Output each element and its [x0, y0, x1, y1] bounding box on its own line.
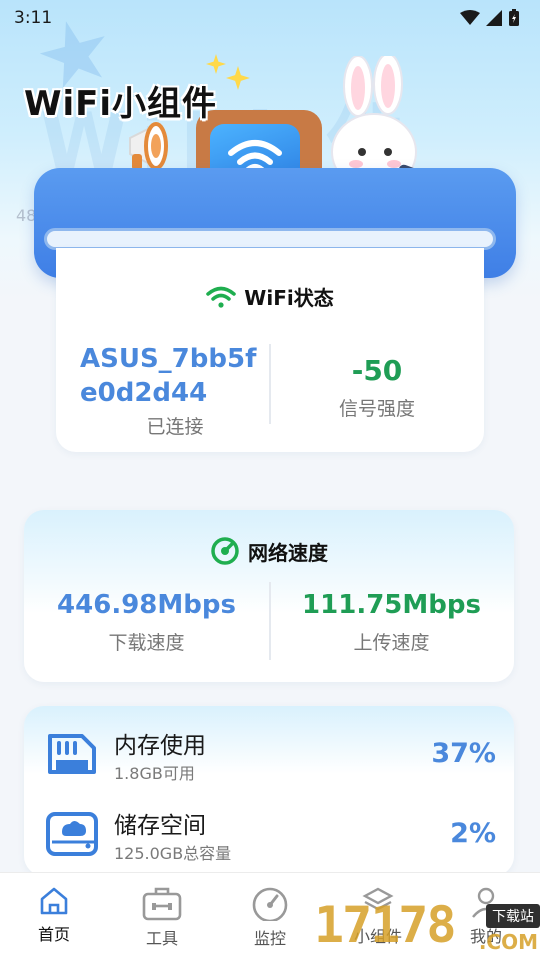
tab-label: 工具 [145, 929, 178, 948]
status-bar: 3:11 [0, 0, 540, 36]
storage-space-row[interactable]: 储存空间 125.0GB总容量 2% [44, 806, 500, 870]
speedometer-icon [211, 537, 239, 565]
storage-space-label: 储存空间 [114, 813, 206, 839]
speed-card-header: 网络速度 [24, 536, 514, 566]
site-watermark-number: 17178 [314, 896, 457, 954]
upload-speed-value: 111.75Mbps [302, 590, 481, 620]
tab-tools[interactable]: 工具 [108, 873, 216, 960]
download-speed-label: 下载速度 [108, 632, 185, 654]
speed-card-title: 网络速度 [248, 540, 328, 565]
cellular-signal-icon [486, 10, 502, 26]
memory-card-icon [48, 734, 96, 774]
megaphone-icon [129, 122, 168, 170]
gauge-icon [252, 887, 288, 921]
connection-status: 已连接 [146, 416, 204, 438]
home-icon [40, 887, 68, 915]
memory-available: 1.8GB可用 [114, 764, 195, 783]
tab-label: 监控 [253, 929, 286, 948]
tray-slot [44, 228, 496, 250]
tab-home[interactable]: 首页 [0, 873, 108, 960]
battery-icon [509, 9, 519, 26]
signal-strength-value: -50 [351, 354, 403, 387]
hero-title: WiFi小组件 [24, 84, 218, 124]
wifi-card-header: WiFi状态 [56, 282, 484, 311]
storage-total-capacity: 125.0GB总容量 [114, 844, 232, 863]
memory-usage-row[interactable]: 内存使用 1.8GB可用 37% [44, 726, 500, 790]
site-watermark-logo: 17178 下载站 .COM [314, 896, 540, 960]
signal-strength-label: 信号强度 [338, 398, 415, 420]
wifi-icon [206, 286, 237, 308]
memory-usage-label: 内存使用 [114, 733, 206, 759]
storage-usage-percent: 2% [450, 818, 496, 849]
memory-usage-percent: 37% [431, 738, 496, 769]
tab-label: 首页 [37, 925, 70, 944]
network-speed-card[interactable]: 网络速度 446.98Mbps 下载速度 111.75Mbps 上传速度 [24, 510, 514, 682]
wifi-card-title: WiFi状态 [244, 286, 334, 310]
site-watermark-tag: 下载站 [486, 904, 540, 928]
toolbox-icon [142, 887, 182, 921]
wifi-status-card[interactable]: WiFi状态 ASUS_7bb5fe0d2d44 已连接 -50 信号强度 [56, 248, 484, 452]
sparkle-decoration [206, 54, 226, 74]
download-speed-value: 446.98Mbps [57, 590, 236, 620]
wifi-signal-icon [460, 10, 480, 25]
hard-drive-icon [46, 812, 98, 856]
device-storage-card[interactable]: 内存使用 1.8GB可用 37% 储存空间 125.0GB总容量 2% [24, 706, 514, 876]
site-watermark-suffix: .COM [478, 930, 538, 954]
upload-speed-label: 上传速度 [353, 632, 430, 654]
tab-monitor[interactable]: 监控 [216, 873, 324, 960]
wifi-ssid: ASUS_7bb5fe0d2d44 [80, 344, 257, 408]
status-time: 3:11 [14, 8, 53, 28]
